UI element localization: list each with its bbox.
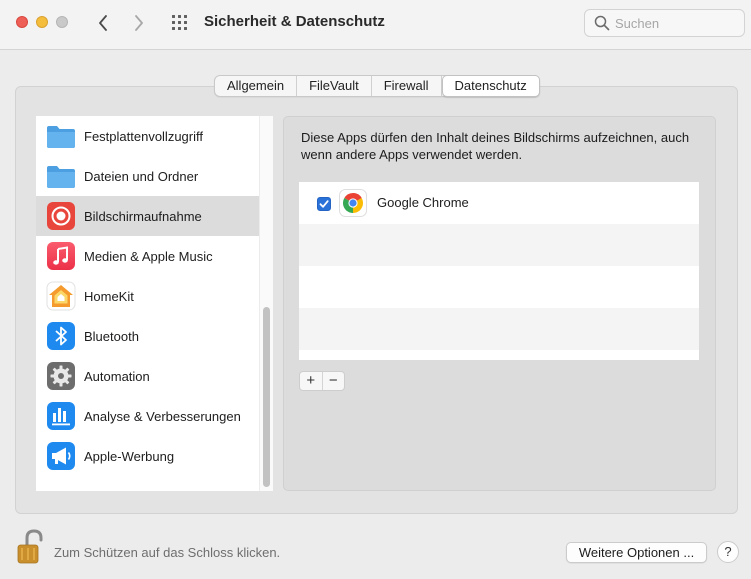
checkmark-icon (319, 200, 329, 208)
search-field[interactable] (584, 9, 745, 37)
zoom-window-button[interactable] (56, 16, 68, 28)
tab-firewall[interactable]: Firewall (372, 76, 442, 96)
remove-app-button[interactable]: − (323, 372, 345, 390)
window-title: Sicherheit & Datenschutz (204, 13, 385, 30)
tab-filevault[interactable]: FileVault (297, 76, 372, 96)
sidebar-item-automation[interactable]: Automation (36, 356, 259, 396)
search-icon (594, 15, 610, 31)
back-button[interactable] (93, 12, 113, 34)
search-input[interactable] (615, 14, 740, 32)
title-bar: Sicherheit & Datenschutz (0, 0, 751, 50)
gear-icon (47, 362, 75, 390)
close-window-button[interactable] (16, 16, 28, 28)
sidebar-item-homekit[interactable]: HomeKit (36, 276, 259, 316)
table-row-empty (299, 224, 699, 266)
bluetooth-icon (47, 322, 75, 350)
sidebar-item-apple-werbung[interactable]: Apple-Werbung (36, 436, 259, 476)
lock-hint-text: Zum Schützen auf das Schloss klicken. (54, 545, 281, 560)
sidebar-item-festplattenvollzugriff[interactable]: Festplattenvollzugriff (36, 116, 259, 156)
sidebar-item-bluetooth[interactable]: Bluetooth (36, 316, 259, 356)
sidebar-scrollbar[interactable] (259, 116, 273, 491)
app-row-google-chrome[interactable]: Google Chrome (299, 182, 699, 224)
privacy-category-list[interactable]: Festplattenvollzugriff Dateien und Ordne… (36, 116, 273, 491)
tab-datenschutz[interactable]: Datenschutz (441, 75, 540, 97)
chevron-right-icon (135, 15, 143, 31)
app-list[interactable]: Google Chrome (299, 182, 699, 360)
analytics-icon (47, 402, 75, 430)
folder-icon (47, 166, 75, 188)
sidebar-item-medien-apple-music[interactable]: Medien & Apple Music (36, 236, 259, 276)
add-remove-control: + − (299, 371, 345, 391)
sidebar-item-dateien-und-ordner[interactable]: Dateien und Ordner (36, 156, 259, 196)
permission-description: Diese Apps dürfen den Inhalt deines Bild… (301, 130, 690, 162)
sidebar-item-analyse-verbesserungen[interactable]: Analyse & Verbesserungen (36, 396, 259, 436)
app-name: Google Chrome (377, 195, 469, 210)
more-options-button[interactable]: Weitere Optionen ... (566, 542, 707, 563)
home-icon (46, 281, 76, 311)
app-enabled-checkbox[interactable] (317, 197, 331, 211)
screen-recording-icon (47, 202, 75, 230)
chrome-icon (339, 189, 367, 217)
lock-icon[interactable] (16, 529, 46, 565)
minimize-window-button[interactable] (36, 16, 48, 28)
tab-bar: Allgemein FileVault Firewall Datenschutz (214, 75, 540, 97)
sidebar-item-bildschirmaufnahme[interactable]: Bildschirmaufnahme (36, 196, 259, 236)
megaphone-icon (47, 442, 75, 470)
forward-button[interactable] (129, 12, 149, 34)
folder-icon (47, 126, 75, 148)
table-row-empty (299, 266, 699, 308)
show-all-grid-button[interactable] (171, 14, 189, 32)
chevron-left-icon (99, 15, 107, 31)
help-button[interactable]: ? (717, 541, 739, 563)
add-app-button[interactable]: + (300, 372, 323, 390)
music-icon (47, 242, 75, 270)
scrollbar-thumb[interactable] (263, 307, 270, 487)
tab-allgemein[interactable]: Allgemein (215, 76, 298, 96)
table-row-empty (299, 308, 699, 350)
